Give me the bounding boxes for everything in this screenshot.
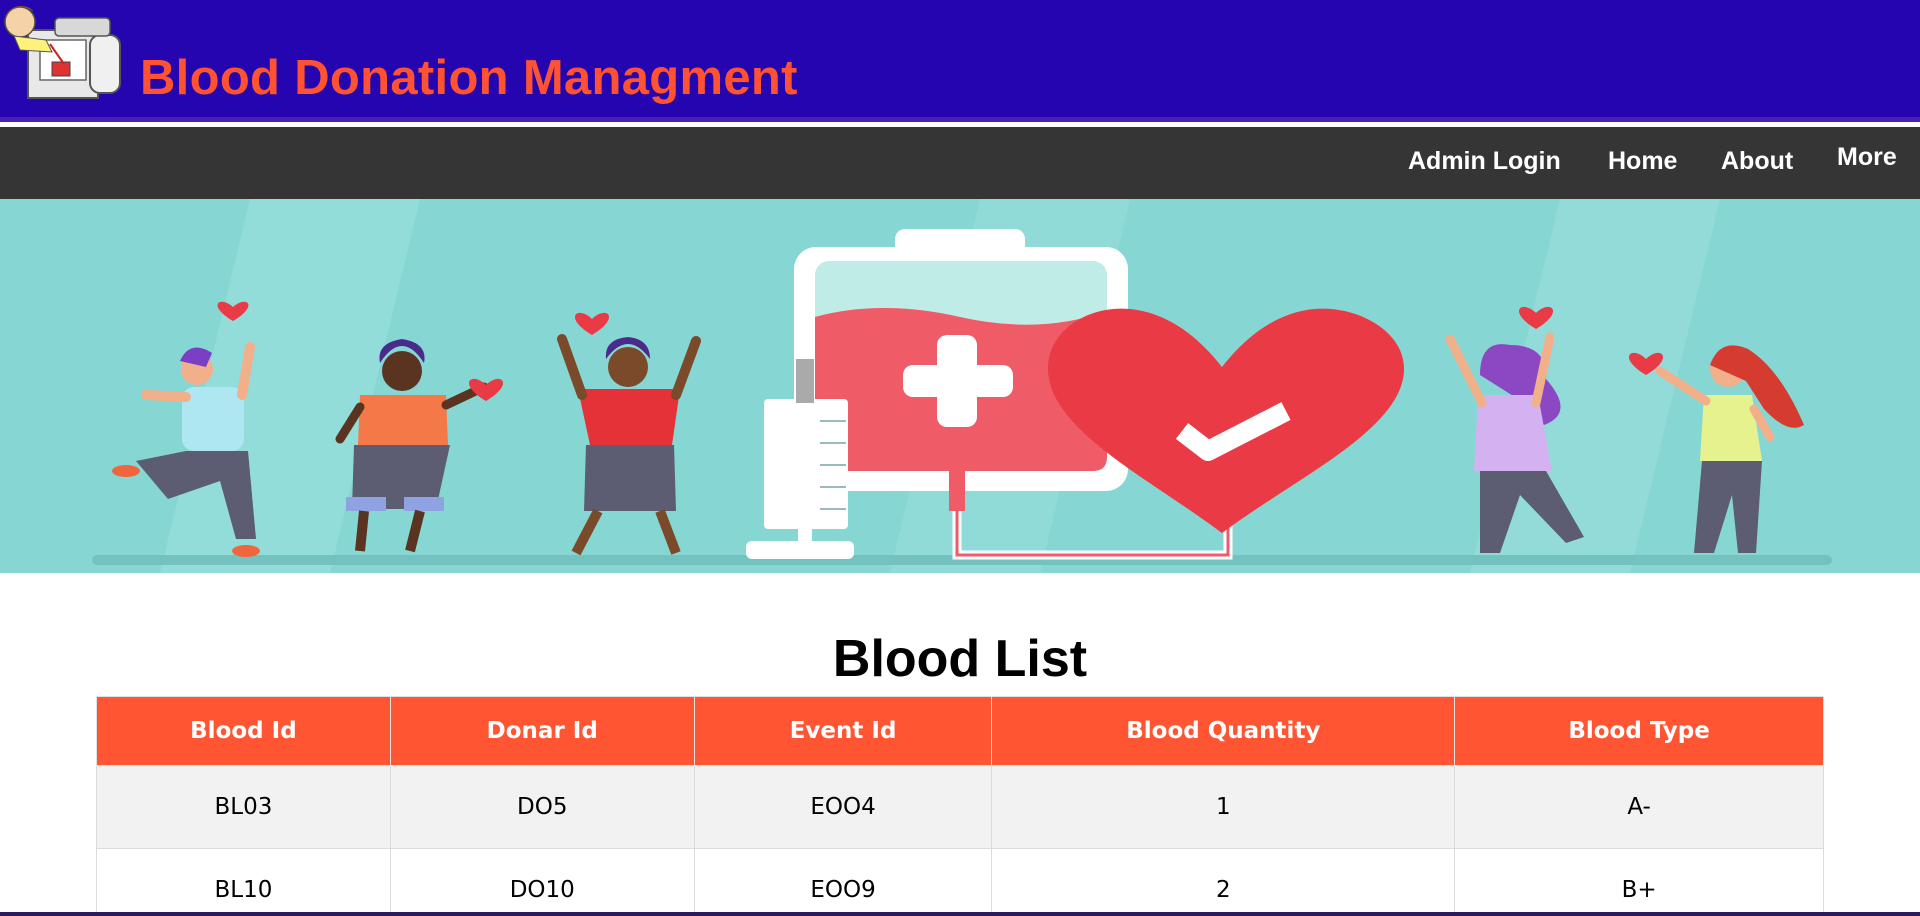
nav-home[interactable]: Home: [1608, 147, 1677, 176]
cell-blood-id: BL03: [96, 765, 391, 849]
top-navbar: Admin Login Home About More: [0, 127, 1920, 199]
window-bottom-edge: [0, 912, 1920, 916]
cell-blood-id: BL10: [96, 848, 391, 916]
cell-blood-quantity: 1: [991, 765, 1456, 849]
blood-list-table: Blood Id Donar Id Event Id Blood Quantit…: [96, 696, 1824, 916]
hero-banner: [0, 199, 1920, 573]
cell-blood-type: B+: [1454, 848, 1824, 916]
nav-about[interactable]: About: [1721, 147, 1793, 176]
blood-donation-illustration: [0, 199, 1920, 573]
column-header-blood-quantity: Blood Quantity: [991, 696, 1456, 766]
column-header-donar-id: Donar Id: [389, 696, 695, 766]
site-header: Blood Donation Managment: [0, 0, 1920, 122]
table-row: BL03 DO5 EOO4 1 A-: [96, 765, 1824, 849]
site-title: Blood Donation Managment: [140, 51, 798, 105]
table-row: BL10 DO10 EOO9 2 B+: [96, 848, 1824, 916]
cell-blood-quantity: 2: [991, 848, 1456, 916]
cell-donar-id: DO10: [389, 848, 695, 916]
blood-list-title: Blood List: [832, 630, 1088, 688]
cell-donar-id: DO5: [389, 765, 695, 849]
cell-event-id: EOO4: [693, 765, 993, 849]
cell-event-id: EOO9: [693, 848, 993, 916]
cell-blood-type: A-: [1454, 765, 1824, 849]
nav-more[interactable]: More: [1837, 143, 1897, 172]
site-logo[interactable]: [0, 0, 126, 102]
column-header-blood-type: Blood Type: [1454, 696, 1824, 766]
table-header-row: Blood Id Donar Id Event Id Blood Quantit…: [96, 696, 1824, 766]
column-header-event-id: Event Id: [693, 696, 993, 766]
nav-admin-login[interactable]: Admin Login: [1408, 147, 1561, 176]
column-header-blood-id: Blood Id: [96, 696, 391, 766]
